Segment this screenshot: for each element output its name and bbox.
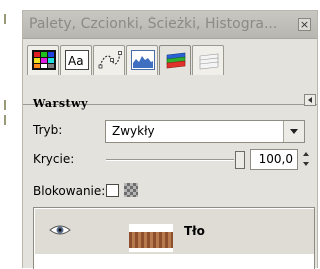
mode-value: Zwykły bbox=[112, 124, 155, 138]
layer-thumbnail bbox=[129, 224, 173, 252]
edge-mark bbox=[4, 100, 6, 110]
chevron-down-icon[interactable] bbox=[283, 121, 304, 142]
spin-down-icon[interactable] bbox=[303, 162, 309, 166]
tab-layers[interactable] bbox=[159, 45, 191, 75]
wood-texture bbox=[129, 232, 173, 248]
panel-title: Warstwy bbox=[33, 97, 88, 110]
left-edge-strip bbox=[0, 0, 13, 268]
mode-label: Tryb: bbox=[33, 123, 63, 137]
opacity-slider[interactable] bbox=[106, 159, 234, 161]
fonts-icon: Aa bbox=[65, 50, 89, 70]
lock-alpha-icon[interactable] bbox=[124, 183, 138, 197]
tab-document-history[interactable] bbox=[192, 45, 224, 75]
eye-icon[interactable] bbox=[49, 223, 71, 237]
opacity-spin-buttons[interactable] bbox=[301, 149, 311, 170]
tab-palettes[interactable] bbox=[27, 45, 59, 75]
spin-up-icon[interactable] bbox=[303, 152, 309, 156]
close-icon[interactable]: × bbox=[298, 18, 311, 31]
opacity-value: 100,0 bbox=[258, 152, 293, 166]
paths-icon bbox=[98, 51, 122, 69]
edge-mark bbox=[4, 14, 6, 24]
tab-histogram[interactable] bbox=[126, 45, 158, 75]
svg-text:Aa: Aa bbox=[68, 54, 84, 68]
edge-mark bbox=[4, 115, 6, 125]
panel-menu-icon[interactable] bbox=[304, 94, 316, 106]
lock-pixels-checkbox[interactable] bbox=[106, 184, 119, 197]
tab-fonts[interactable]: Aa bbox=[60, 45, 92, 75]
opacity-input[interactable]: 100,0 bbox=[250, 149, 298, 170]
lock-label: Blokowanie: bbox=[33, 184, 106, 198]
histogram-icon bbox=[131, 50, 155, 70]
layer-name[interactable]: Tło bbox=[184, 224, 205, 238]
palettes-icon bbox=[32, 50, 56, 70]
dock-tabbar: Aa bbox=[23, 40, 317, 105]
layer-row[interactable]: Tło bbox=[35, 209, 314, 254]
document-history-icon bbox=[199, 53, 219, 70]
opacity-slider-handle[interactable] bbox=[235, 151, 245, 169]
layers-list: Tło bbox=[33, 207, 315, 269]
layers-icon bbox=[166, 52, 186, 69]
mode-dropdown[interactable]: Zwykły bbox=[105, 120, 305, 143]
dock-titlebar[interactable]: Palety, Czcionki, Ścieżki, Histogra... × bbox=[23, 11, 317, 39]
dock-title: Palety, Czcionki, Ścieżki, Histogra... bbox=[29, 16, 278, 32]
dock-window: Palety, Czcionki, Ścieżki, Histogra... ×… bbox=[22, 10, 318, 269]
opacity-label: Krycie: bbox=[33, 152, 75, 166]
tab-paths[interactable] bbox=[93, 45, 125, 75]
